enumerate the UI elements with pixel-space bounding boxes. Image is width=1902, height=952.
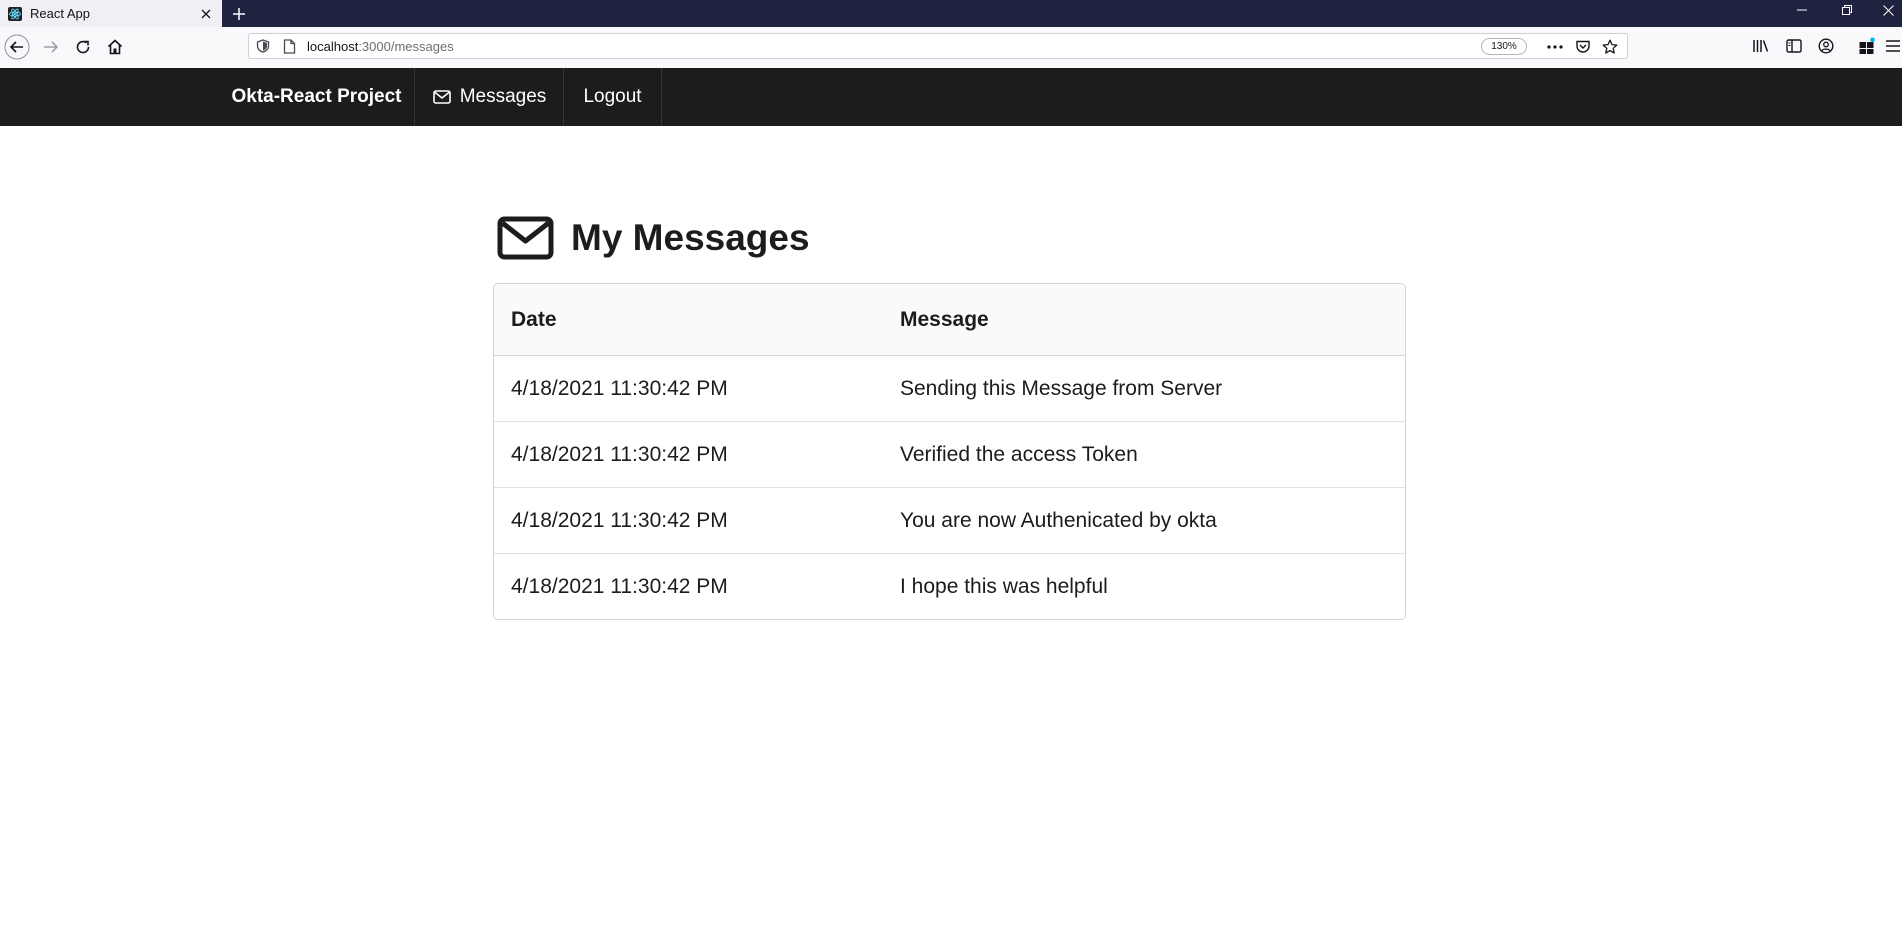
home-icon[interactable] xyxy=(102,34,128,60)
table-header: Date Message xyxy=(494,284,1405,356)
reload-icon[interactable] xyxy=(70,34,96,60)
column-header-message: Message xyxy=(900,307,989,331)
cell-message: Verified the access Token xyxy=(900,442,1138,466)
page-header: My Messages xyxy=(497,208,810,268)
envelope-icon xyxy=(497,216,554,260)
bookmark-star-icon[interactable] xyxy=(1600,37,1620,57)
nav-messages[interactable]: Messages xyxy=(414,68,564,126)
cell-message: Sending this Message from Server xyxy=(900,376,1223,400)
account-icon[interactable] xyxy=(1815,35,1837,57)
cell-date: 4/18/2021 11:30:42 PM xyxy=(511,442,728,466)
envelope-icon xyxy=(432,90,451,104)
brand-link[interactable]: Okta-React Project xyxy=(219,68,414,126)
cell-message: I hope this was helpful xyxy=(900,574,1108,598)
tab-title: React App xyxy=(30,6,90,21)
cell-date: 4/18/2021 11:30:42 PM xyxy=(511,508,728,532)
messages-table: Date Message 4/18/2021 11:30:42 PM Sendi… xyxy=(493,283,1406,620)
url-host: localhost xyxy=(307,39,359,54)
url-path: :3000/messages xyxy=(358,39,454,54)
app-navbar: Okta-React Project Messages Logout xyxy=(0,68,1902,126)
table-row: 4/18/2021 11:30:42 PM I hope this was he… xyxy=(494,553,1405,619)
table-row: 4/18/2021 11:30:42 PM You are now Authen… xyxy=(494,487,1405,553)
browser-tab-active[interactable]: React App xyxy=(0,0,222,27)
page-icon[interactable] xyxy=(281,38,297,54)
restore-window-icon[interactable] xyxy=(1830,0,1864,20)
nav-logout[interactable]: Logout xyxy=(563,68,662,126)
new-tab-icon[interactable] xyxy=(228,3,250,25)
extensions-icon[interactable] xyxy=(1856,35,1878,57)
nav-messages-label: Messages xyxy=(459,86,547,107)
back-arrow-icon[interactable] xyxy=(4,34,30,60)
cell-date: 4/18/2021 11:30:42 PM xyxy=(511,376,728,400)
url-bar[interactable]: localhost:3000/messages 130% xyxy=(248,33,1628,59)
table-row: 4/18/2021 11:30:42 PM Sending this Messa… xyxy=(494,356,1405,421)
cell-message: You are now Authenicated by okta xyxy=(900,508,1217,532)
library-icon[interactable] xyxy=(1750,35,1772,57)
forward-arrow-icon[interactable] xyxy=(38,34,64,60)
cell-date: 4/18/2021 11:30:42 PM xyxy=(511,574,728,598)
react-icon xyxy=(8,6,22,21)
table-row: 4/18/2021 11:30:42 PM Verified the acces… xyxy=(494,421,1405,487)
column-header-date: Date xyxy=(511,307,557,331)
close-tab-icon[interactable] xyxy=(198,6,214,22)
close-window-icon[interactable] xyxy=(1871,0,1902,20)
pocket-icon[interactable] xyxy=(1573,37,1593,57)
shield-icon[interactable] xyxy=(255,38,271,54)
url-text[interactable]: localhost:3000/messages xyxy=(307,39,454,54)
sidebar-icon[interactable] xyxy=(1783,35,1805,57)
page-title: My Messages xyxy=(571,217,810,258)
browser-tabstrip: React App xyxy=(0,0,1902,27)
zoom-level-badge[interactable]: 130% xyxy=(1481,38,1527,55)
browser-navbar: localhost:3000/messages 130% xyxy=(0,27,1902,69)
more-actions-icon[interactable] xyxy=(1545,37,1565,57)
menu-icon[interactable] xyxy=(1881,35,1902,57)
minimize-window-icon[interactable] xyxy=(1785,0,1819,20)
